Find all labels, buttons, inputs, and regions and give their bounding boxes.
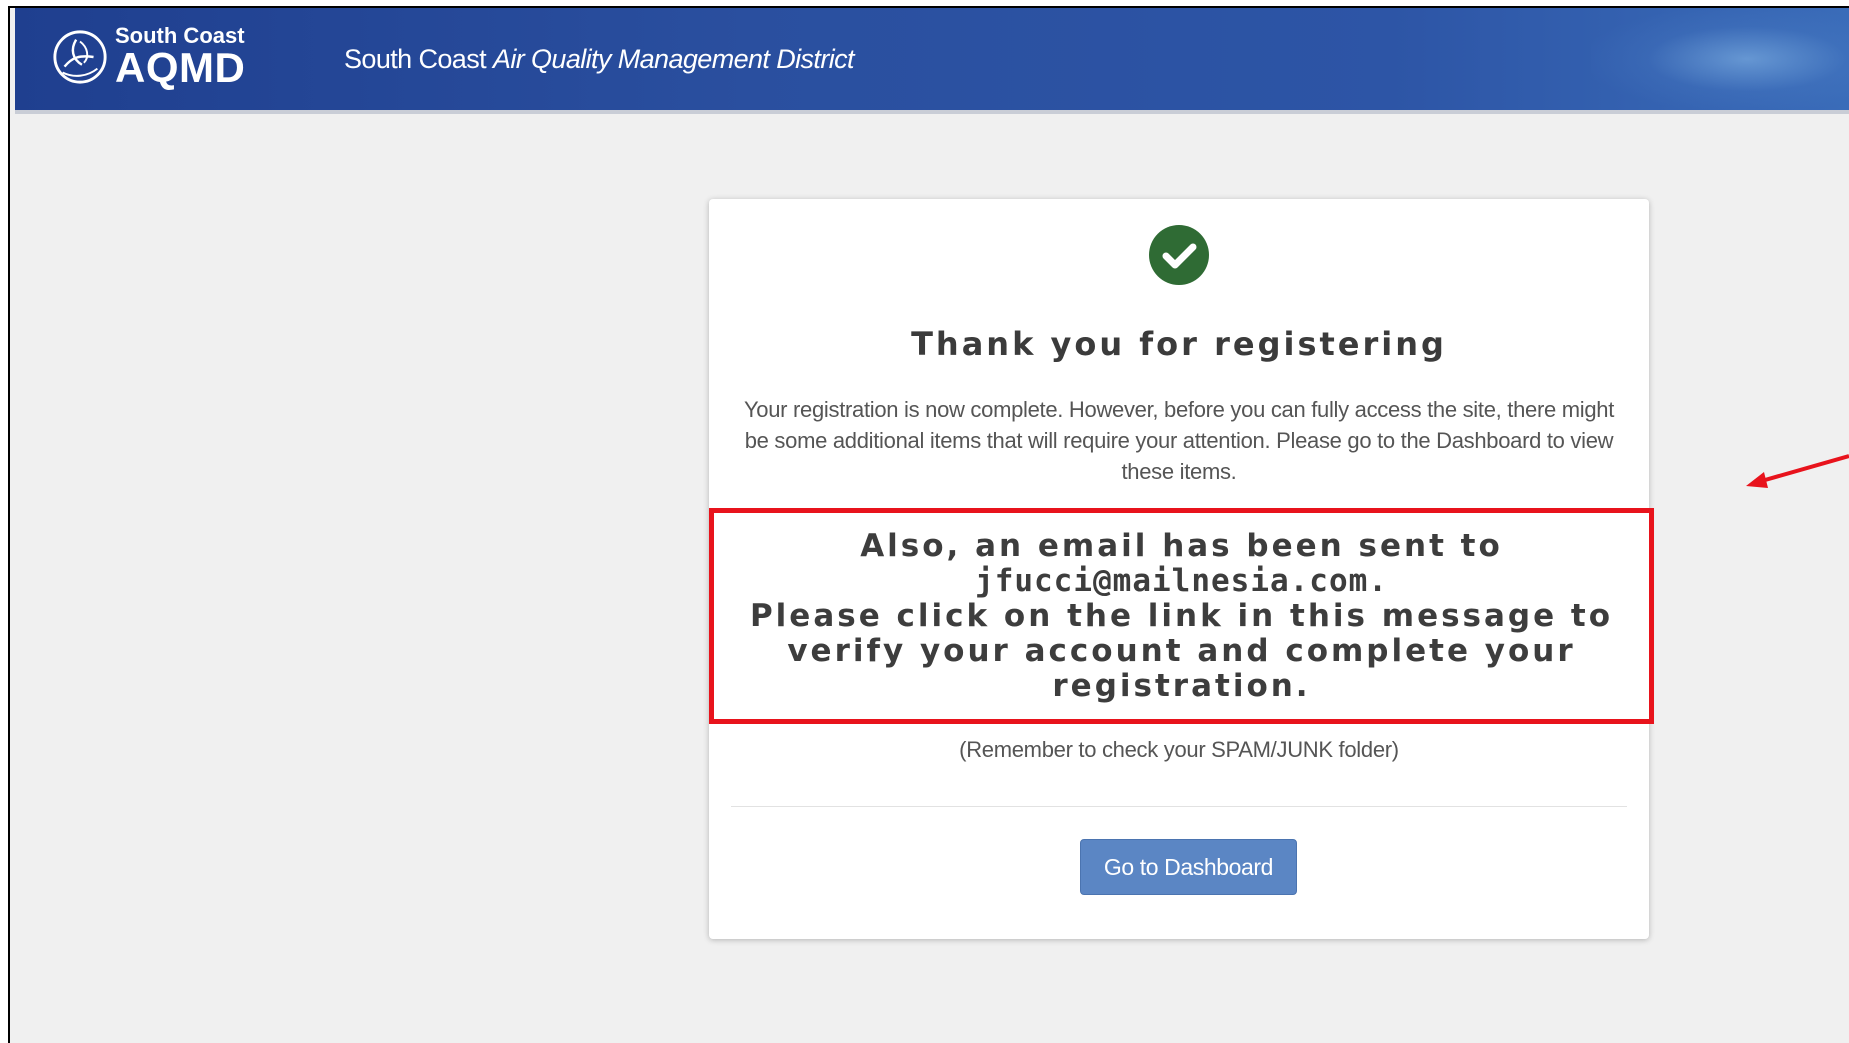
site-title-plain: South Coast [344, 44, 493, 74]
logo-text: South Coast AQMD [115, 25, 245, 89]
email-notice-line1: Also, an email has been sent to [860, 527, 1503, 564]
site-title-italic: Air Quality Management District [492, 44, 855, 74]
card-divider [731, 806, 1627, 807]
site-title: South Coast Air Quality Management Distr… [344, 44, 855, 75]
email-address: jfucci@mailnesia.com. [975, 562, 1388, 599]
header-decoration [1591, 8, 1849, 110]
arrow-left-icon [1746, 454, 1849, 488]
email-notice-line2: Please click on the link in this message… [749, 597, 1614, 704]
confirmation-title: Thank you for registering [911, 325, 1447, 363]
go-to-dashboard-button[interactable]: Go to Dashboard [1080, 839, 1297, 895]
confirmation-message: Your registration is now complete. Howev… [743, 397, 1615, 484]
logo-title: AQMD [115, 44, 246, 91]
spam-folder-note: (Remember to check your SPAM/JUNK folder… [959, 737, 1399, 762]
site-header: South Coast AQMD South Coast Air Quality… [15, 8, 1849, 114]
email-notice-highlight: Also, an email has been sent to jfucci@m… [709, 508, 1654, 724]
aqmd-logo-icon [53, 30, 107, 84]
registration-confirmation-card: Thank you for registering Your registrat… [709, 199, 1654, 939]
aqmd-logo[interactable]: South Coast AQMD [51, 22, 245, 92]
check-circle-icon [1149, 225, 1209, 285]
